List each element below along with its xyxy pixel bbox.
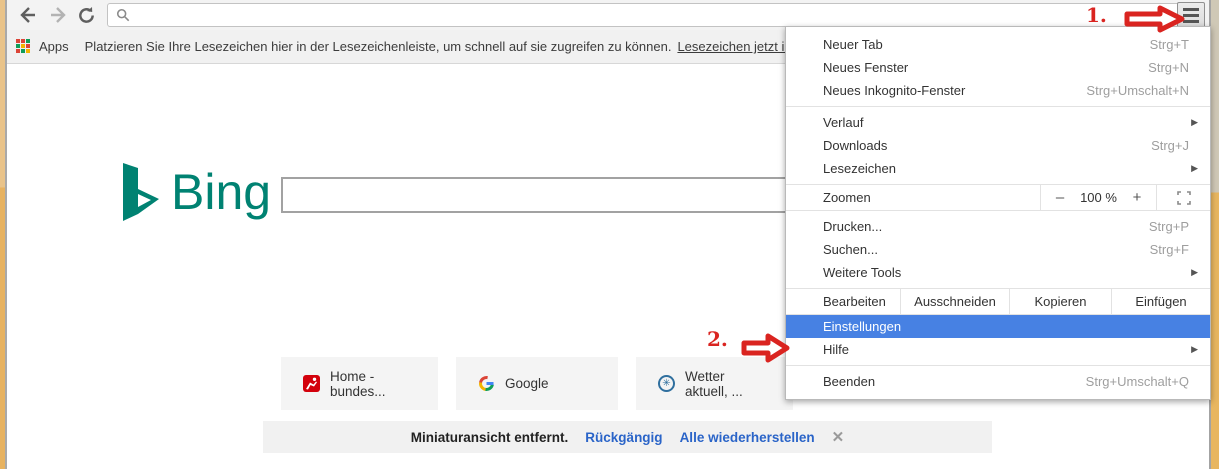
submenu-arrow-icon: ▶ xyxy=(1191,267,1198,278)
bundesliga-icon xyxy=(303,375,320,392)
edit-label: Bearbeiten xyxy=(786,289,900,314)
search-icon xyxy=(116,8,130,22)
bing-search-box[interactable] xyxy=(281,177,841,213)
undo-link[interactable]: Rückgängig xyxy=(585,430,662,445)
tile-google[interactable]: Google xyxy=(456,357,618,410)
menu-separator xyxy=(786,365,1210,366)
bing-b-icon xyxy=(115,163,161,225)
menu-item-exit[interactable]: Beenden Strg+Umschalt+Q xyxy=(786,370,1210,393)
shortcut-label: Strg+Umschalt+N xyxy=(1086,83,1198,98)
top-sites-tiles: Home - bundes... Google ✳ Wetter aktuell… xyxy=(281,357,793,410)
menu-zoom-row: Zoomen – 100 % + xyxy=(786,184,1210,211)
back-arrow-icon xyxy=(18,5,38,25)
reload-button[interactable] xyxy=(73,2,99,28)
menu-item-new-window[interactable]: Neues Fenster Strg+N xyxy=(786,56,1210,79)
shortcut-label: Strg+P xyxy=(1149,219,1198,234)
shortcut-label: Strg+N xyxy=(1148,60,1198,75)
tile-label: Home - bundes... xyxy=(330,369,416,399)
menu-item-history[interactable]: Verlauf ▶ xyxy=(786,111,1210,134)
tile-label: Google xyxy=(505,376,549,391)
annotation-step-2: 2. xyxy=(707,327,728,351)
menu-item-more-tools[interactable]: Weitere Tools ▶ xyxy=(786,261,1210,284)
restore-all-link[interactable]: Alle wiederherstellen xyxy=(680,430,815,445)
chrome-menu: Neuer Tab Strg+T Neues Fenster Strg+N Ne… xyxy=(785,26,1211,400)
forward-arrow-icon xyxy=(48,5,68,25)
notification-bar: Miniaturansicht entfernt. Rückgängig All… xyxy=(263,421,992,453)
submenu-arrow-icon: ▶ xyxy=(1191,163,1198,174)
zoom-controls: – 100 % + xyxy=(1040,185,1156,210)
bing-logo: Bing xyxy=(115,163,271,225)
menu-separator xyxy=(786,106,1210,107)
annotation-step-1: 1. xyxy=(1086,3,1107,27)
cut-button[interactable]: Ausschneiden xyxy=(900,289,1009,314)
bing-search-input[interactable] xyxy=(283,179,839,211)
menu-item-help[interactable]: Hilfe ▶ xyxy=(786,338,1210,361)
menu-item-new-tab[interactable]: Neuer Tab Strg+T xyxy=(786,33,1210,56)
forward-button[interactable] xyxy=(45,2,71,28)
menu-item-find[interactable]: Suchen... Strg+F xyxy=(786,238,1210,261)
address-bar[interactable] xyxy=(107,3,1187,27)
bing-logo-text: Bing xyxy=(171,163,271,221)
fullscreen-icon xyxy=(1177,191,1191,205)
apps-grid-icon[interactable] xyxy=(16,39,32,55)
menu-item-new-incognito[interactable]: Neues Inkognito-Fenster Strg+Umschalt+N xyxy=(786,79,1210,102)
zoom-level-value: 100 % xyxy=(1080,190,1117,205)
menu-item-settings[interactable]: Einstellungen xyxy=(786,315,1210,338)
notification-message: Miniaturansicht entfernt. xyxy=(411,430,569,445)
apps-label[interactable]: Apps xyxy=(39,39,69,54)
zoom-in-button[interactable]: + xyxy=(1128,189,1146,206)
menu-item-bookmarks[interactable]: Lesezeichen ▶ xyxy=(786,157,1210,180)
shortcut-label: Strg+F xyxy=(1150,242,1198,257)
notification-close-icon[interactable]: ✕ xyxy=(832,428,845,446)
fullscreen-button[interactable] xyxy=(1156,185,1210,210)
bookmarks-hint-text: Platzieren Sie Ihre Lesezeichen hier in … xyxy=(85,39,672,54)
zoom-label: Zoomen xyxy=(786,185,1040,210)
back-button[interactable] xyxy=(15,2,41,28)
menu-item-print[interactable]: Drucken... Strg+P xyxy=(786,215,1210,238)
annotation-arrow-2-icon xyxy=(741,331,791,365)
zoom-out-button[interactable]: – xyxy=(1051,189,1069,206)
address-input[interactable] xyxy=(130,8,1186,23)
shortcut-label: Strg+Umschalt+Q xyxy=(1086,374,1198,389)
submenu-arrow-icon: ▶ xyxy=(1191,117,1198,128)
browser-window: Apps Platzieren Sie Ihre Lesezeichen hie… xyxy=(0,0,1219,469)
tile-label: Wetter aktuell, ... xyxy=(685,369,771,399)
reload-icon xyxy=(77,6,96,25)
paste-button[interactable]: Einfügen xyxy=(1111,289,1210,314)
tile-bundesliga[interactable]: Home - bundes... xyxy=(281,357,438,410)
menu-edit-row: Bearbeiten Ausschneiden Kopieren Einfüge… xyxy=(786,288,1210,315)
submenu-arrow-icon: ▶ xyxy=(1191,344,1198,355)
menu-item-downloads[interactable]: Downloads Strg+J xyxy=(786,134,1210,157)
desktop-background-right xyxy=(1211,0,1219,469)
annotation-arrow-1-icon xyxy=(1124,5,1186,33)
copy-button[interactable]: Kopieren xyxy=(1009,289,1111,314)
google-g-icon xyxy=(478,375,495,392)
shortcut-label: Strg+T xyxy=(1150,37,1198,52)
weather-icon: ✳ xyxy=(658,375,675,392)
shortcut-label: Strg+J xyxy=(1151,138,1198,153)
